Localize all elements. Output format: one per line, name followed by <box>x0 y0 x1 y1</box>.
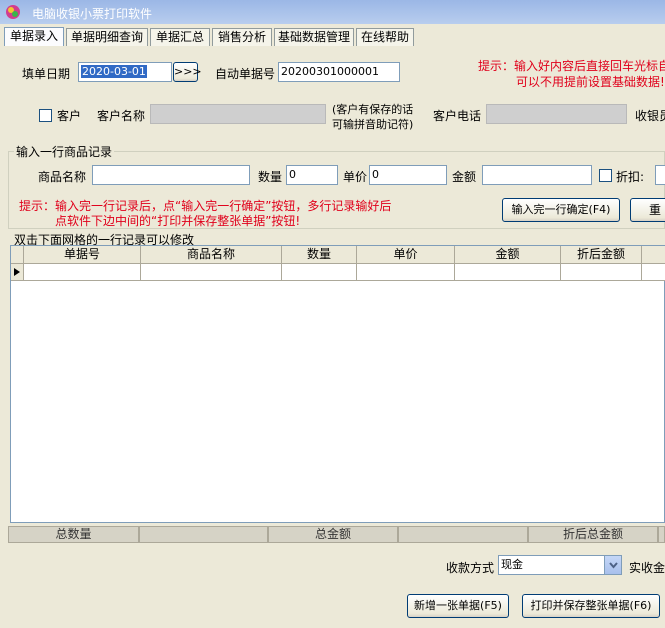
total-amount-value <box>398 526 528 543</box>
date-label: 填单日期 <box>22 67 71 81</box>
chevron-down-icon[interactable] <box>604 556 621 574</box>
date-field[interactable]: 2020-03-01 <box>78 62 172 82</box>
row-indicator <box>11 264 24 281</box>
title-bar: 电脑收银小票打印软件 <box>0 0 665 24</box>
quantity-label: 数量 <box>258 170 283 184</box>
customer-note-line2: 可输拼音助记符) <box>332 118 414 131</box>
records-grid[interactable]: 单据号 商品名称 数量 单价 金额 折后金额 <box>10 245 665 523</box>
customer-check-label: 客户 <box>57 109 82 123</box>
tab-entry[interactable]: 单据录入 <box>4 27 64 46</box>
product-name-field[interactable] <box>92 165 250 185</box>
cashier-label: 收银员 <box>635 109 665 123</box>
amount-field[interactable] <box>482 165 592 185</box>
customer-checkbox[interactable] <box>39 109 52 122</box>
grid-col-extra <box>642 246 665 264</box>
customer-phone-label: 客户电话 <box>433 109 482 123</box>
total-discounted: 折后总金额 <box>528 526 658 543</box>
price-label: 单价 <box>343 170 368 184</box>
tab-online-help[interactable]: 在线帮助 <box>356 28 414 46</box>
customer-name-field[interactable] <box>150 104 326 124</box>
grid-cell-price[interactable] <box>357 264 455 281</box>
grid-col-price[interactable]: 单价 <box>357 246 455 264</box>
payment-method-value: 现金 <box>501 558 523 571</box>
total-quantity-value <box>139 526 268 543</box>
new-receipt-button[interactable]: 新增一张单据(F5) <box>407 594 509 618</box>
grid-cell-discounted-amount[interactable] <box>561 264 642 281</box>
discount-label: 折扣: <box>616 170 645 184</box>
customer-name-label: 客户名称 <box>97 109 146 123</box>
tab-detail-query[interactable]: 单据明细查询 <box>66 28 148 46</box>
window-title: 电脑收银小票打印软件 <box>32 7 153 21</box>
header-tip-line2: 可以不用提前设置基础数据! <box>516 75 665 89</box>
customer-phone-field[interactable] <box>486 104 627 124</box>
grid-col-discounted-amount[interactable]: 折后金额 <box>561 246 642 264</box>
grid-col-receipt-no[interactable]: 单据号 <box>24 246 141 264</box>
entry-group-title: 输入一行商品记录 <box>14 143 115 160</box>
grid-cell-receipt-no[interactable] <box>24 264 141 281</box>
grid-cell-extra[interactable] <box>642 264 665 281</box>
discount-checkbox[interactable] <box>599 169 612 182</box>
discount-field[interactable] <box>655 165 665 185</box>
customer-note-line1: (客户有保存的话 <box>332 103 414 116</box>
auto-number-label: 自动单据号 <box>215 67 276 81</box>
grid-col-product-name[interactable]: 商品名称 <box>141 246 282 264</box>
grid-cell-quantity[interactable] <box>282 264 357 281</box>
payment-method-label: 收款方式 <box>446 561 495 575</box>
redo-button[interactable]: 重 <box>630 198 665 222</box>
price-field[interactable]: 0 <box>369 165 447 185</box>
grid-col-quantity[interactable]: 数量 <box>282 246 357 264</box>
grid-corner <box>11 246 24 264</box>
received-amount-label: 实收金 <box>629 561 665 575</box>
app-logo-icon <box>6 5 20 19</box>
grid-col-amount[interactable]: 金额 <box>455 246 561 264</box>
grid-cell-product-name[interactable] <box>141 264 282 281</box>
tab-base-data[interactable]: 基础数据管理 <box>274 28 354 46</box>
total-discounted-value <box>658 526 665 543</box>
payment-method-select[interactable]: 现金 <box>498 555 622 575</box>
grid-cell-amount[interactable] <box>455 264 561 281</box>
auto-number-field[interactable]: 20200301000001 <box>278 62 400 82</box>
tab-summary[interactable]: 单据汇总 <box>150 28 210 46</box>
date-picker-button[interactable]: >>> <box>173 62 202 82</box>
tab-sales-analysis[interactable]: 销售分析 <box>212 28 272 46</box>
current-row-arrow-icon <box>14 268 20 276</box>
header-tip-line1: 提示：输入好内容后直接回车光标自 <box>478 59 665 73</box>
product-name-label: 商品名称 <box>38 170 87 184</box>
entry-tip-line2: 点软件下边中间的“打印并保存整张单据”按钮! <box>55 214 301 228</box>
total-quantity: 总数量 <box>8 526 139 543</box>
total-amount: 总金额 <box>268 526 398 543</box>
confirm-row-button[interactable]: 输入完一行确定(F4) <box>502 198 620 222</box>
amount-label: 金额 <box>452 170 477 184</box>
print-save-button[interactable]: 打印并保存整张单据(F6) <box>522 594 660 618</box>
quantity-field[interactable]: 0 <box>286 165 338 185</box>
